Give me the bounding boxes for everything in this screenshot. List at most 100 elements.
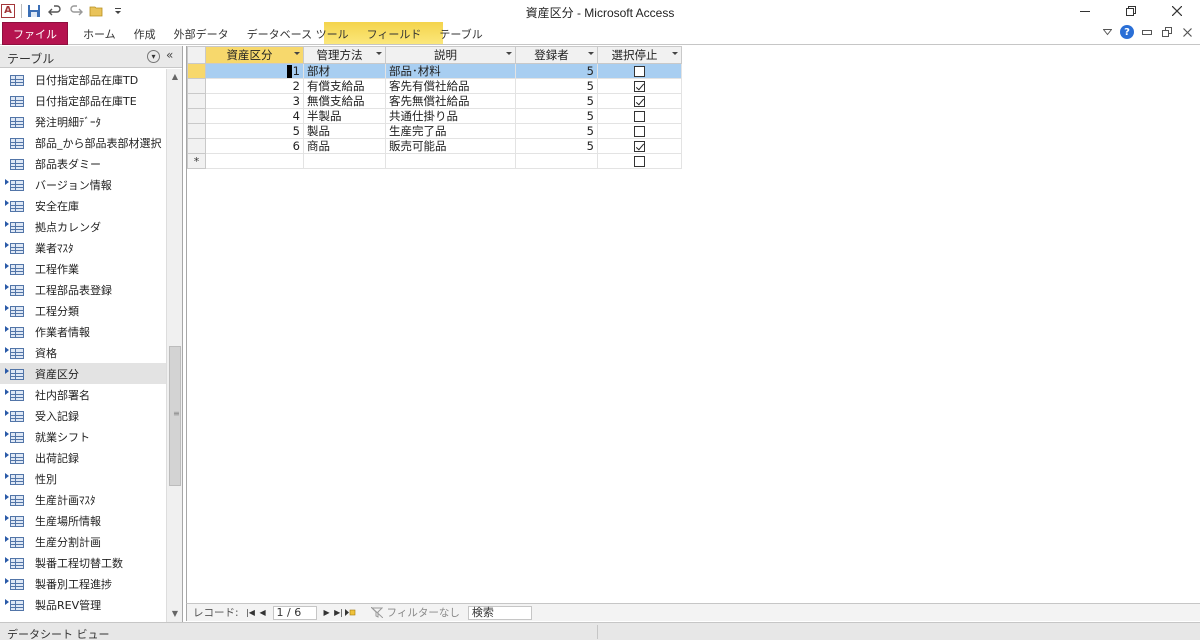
column-header-registrant[interactable]: 登録者: [515, 46, 598, 64]
sort-filter-icon[interactable]: [672, 52, 678, 55]
empty-cell[interactable]: [385, 153, 516, 169]
nav-item[interactable]: 工程部品表登録: [0, 279, 166, 300]
cell-asset-class[interactable]: 2: [205, 78, 304, 94]
cell-registrant[interactable]: 5: [515, 78, 598, 94]
empty-cell[interactable]: [303, 153, 386, 169]
cell-method[interactable]: 部材: [303, 63, 386, 79]
previous-record-icon[interactable]: ◀: [257, 606, 269, 620]
doc-restore-icon[interactable]: [1160, 25, 1174, 39]
sort-filter-icon[interactable]: [506, 52, 512, 55]
empty-cell[interactable]: [515, 153, 598, 169]
nav-item[interactable]: 受入記録: [0, 405, 166, 426]
sort-filter-icon[interactable]: [588, 52, 594, 55]
cell-description[interactable]: 客先有償社給品: [385, 78, 516, 94]
nav-item[interactable]: バージョン情報: [0, 174, 166, 195]
stopped-checkbox[interactable]: [634, 125, 645, 137]
tab-external-data[interactable]: 外部データ: [165, 22, 238, 45]
search-input[interactable]: 検索: [467, 605, 532, 620]
nav-item[interactable]: 安全在庫: [0, 195, 166, 216]
nav-item[interactable]: 業者ﾏｽﾀ: [0, 237, 166, 258]
cell-description[interactable]: 客先無償社給品: [385, 93, 516, 109]
column-header-description[interactable]: 説明: [385, 46, 516, 64]
nav-item[interactable]: 生産場所情報: [0, 510, 166, 531]
nav-pane-title[interactable]: テーブル: [7, 50, 54, 67]
nav-item[interactable]: 工程作業: [0, 258, 166, 279]
cell-registrant[interactable]: 5: [515, 63, 598, 79]
nav-item[interactable]: 作業者情報: [0, 321, 166, 342]
record-selector[interactable]: [187, 63, 206, 79]
table-row[interactable]: 3 無償支給品 客先無償社給品 5: [187, 93, 682, 109]
cell-asset-class[interactable]: 1: [205, 63, 304, 79]
cell-registrant[interactable]: 5: [515, 123, 598, 139]
nav-item[interactable]: 工程分類: [0, 300, 166, 321]
nav-item[interactable]: 日付指定部品在庫TE: [0, 90, 166, 111]
nav-item[interactable]: 生産分割計画: [0, 531, 166, 552]
record-selector[interactable]: [187, 93, 206, 109]
restore-button[interactable]: [1108, 0, 1154, 22]
nav-item[interactable]: 生産計画ﾏｽﾀ: [0, 489, 166, 510]
new-record-icon[interactable]: [345, 606, 357, 620]
help-icon[interactable]: ?: [1120, 25, 1134, 39]
table-row[interactable]: 6 商品 販売可能品 5: [187, 138, 682, 154]
column-header-method[interactable]: 管理方法: [303, 46, 386, 64]
cell-method[interactable]: 半製品: [303, 108, 386, 124]
filter-status[interactable]: フィルターなし: [370, 605, 460, 620]
doc-minimize-icon[interactable]: [1140, 25, 1154, 39]
cell-registrant[interactable]: 5: [515, 138, 598, 154]
cell-asset-class[interactable]: 3: [205, 93, 304, 109]
record-selector[interactable]: [187, 138, 206, 154]
cell-method[interactable]: 商品: [303, 138, 386, 154]
doc-close-icon[interactable]: [1180, 25, 1194, 39]
nav-item[interactable]: 拠点カレンダ: [0, 216, 166, 237]
new-record-marker[interactable]: *: [187, 153, 206, 169]
nav-item[interactable]: 発注明細ﾃﾞｰﾀ: [0, 111, 166, 132]
table-row[interactable]: 1 部材 部品･材料 5: [187, 63, 682, 79]
nav-pane-collapse-icon[interactable]: «: [166, 48, 173, 62]
table-row[interactable]: 5 製品 生産完了品 5: [187, 123, 682, 139]
nav-item[interactable]: 性別: [0, 468, 166, 489]
sort-filter-icon[interactable]: [294, 52, 300, 55]
sort-filter-icon[interactable]: [376, 52, 382, 55]
tab-file[interactable]: ファイル: [2, 22, 68, 45]
table-row[interactable]: 4 半製品 共通仕掛り品 5: [187, 108, 682, 124]
cell-method[interactable]: 無償支給品: [303, 93, 386, 109]
nav-pane-menu-icon[interactable]: ▾: [147, 50, 160, 63]
stopped-checkbox[interactable]: [634, 95, 645, 107]
cell-description[interactable]: 共通仕掛り品: [385, 108, 516, 124]
cell-method[interactable]: 有償支給品: [303, 78, 386, 94]
tab-fields[interactable]: フィールド: [358, 22, 431, 45]
cell-description[interactable]: 販売可能品: [385, 138, 516, 154]
column-header-asset-class[interactable]: 資産区分: [205, 46, 304, 64]
nav-item[interactable]: 部品表ダミー: [0, 153, 166, 174]
stopped-checkbox[interactable]: [634, 65, 645, 77]
tab-create[interactable]: 作成: [125, 22, 165, 45]
cell-asset-class[interactable]: 4: [205, 108, 304, 124]
nav-item[interactable]: 出荷記録: [0, 447, 166, 468]
record-selector[interactable]: [187, 108, 206, 124]
current-record-input[interactable]: 1 / 6: [272, 605, 317, 620]
cell-registrant[interactable]: 5: [515, 108, 598, 124]
record-selector[interactable]: [187, 78, 206, 94]
tab-table[interactable]: テーブル: [430, 22, 491, 45]
nav-item[interactable]: 就業シフト: [0, 426, 166, 447]
tab-home[interactable]: ホーム: [74, 22, 125, 45]
cell-asset-class[interactable]: 6: [205, 138, 304, 154]
nav-item[interactable]: 製番別工程進捗: [0, 573, 166, 594]
nav-item[interactable]: 部品_から部品表部材選択: [0, 132, 166, 153]
nav-item[interactable]: 資格: [0, 342, 166, 363]
cell-description[interactable]: 部品･材料: [385, 63, 516, 79]
stopped-checkbox[interactable]: [634, 80, 645, 92]
cell-description[interactable]: 生産完了品: [385, 123, 516, 139]
cell-registrant[interactable]: 5: [515, 93, 598, 109]
scroll-thumb[interactable]: ≡: [169, 346, 181, 486]
table-row[interactable]: 2 有償支給品 客先有償社給品 5: [187, 78, 682, 94]
close-button[interactable]: [1154, 0, 1200, 22]
last-record-icon[interactable]: ▶|: [333, 606, 345, 620]
column-header-stopped[interactable]: 選択停止: [597, 46, 682, 64]
first-record-icon[interactable]: |◀: [245, 606, 257, 620]
nav-item[interactable]: 資産区分: [0, 363, 166, 384]
stopped-checkbox[interactable]: [634, 110, 645, 122]
nav-item[interactable]: 日付指定部品在庫TD: [0, 69, 166, 90]
nav-item[interactable]: 製品REV管理: [0, 594, 166, 615]
minimize-button[interactable]: [1062, 0, 1108, 22]
